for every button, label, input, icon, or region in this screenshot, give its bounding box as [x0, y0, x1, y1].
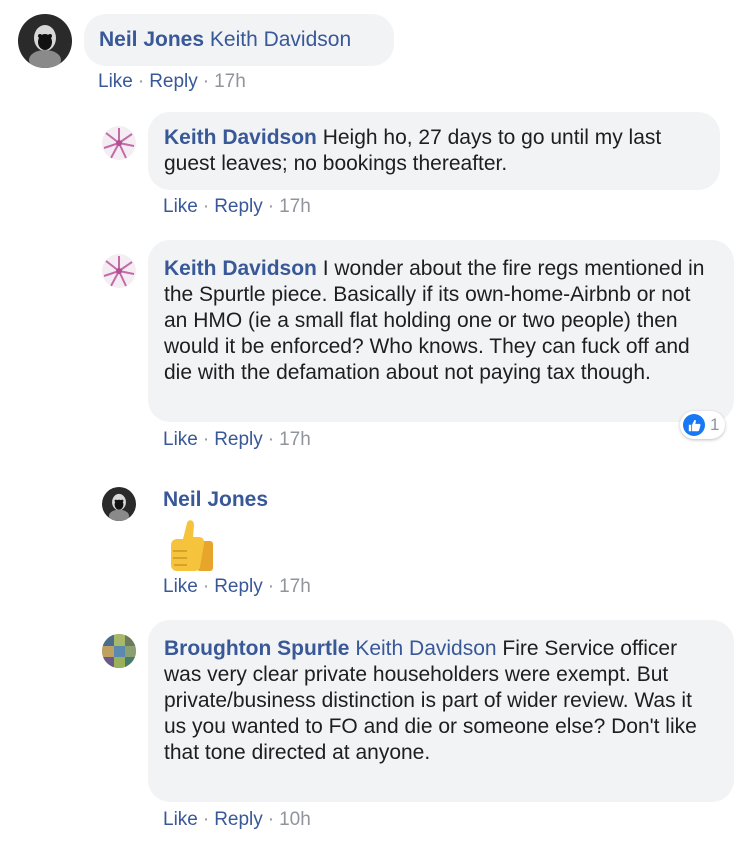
reaction-badge[interactable]: 1: [680, 411, 726, 439]
mention-tag[interactable]: Keith Davidson: [355, 637, 496, 660]
separator: ·: [202, 576, 210, 597]
comment-actions: Like · Reply · 10h: [163, 808, 311, 832]
reply-link[interactable]: Reply: [214, 429, 263, 450]
like-link[interactable]: Like: [163, 196, 198, 217]
separator: ·: [137, 71, 145, 92]
comment-bubble: Keith Davidson Heigh ho, 27 days to go u…: [148, 112, 720, 190]
like-reaction-icon: [683, 414, 705, 436]
reply-link[interactable]: Reply: [214, 576, 263, 597]
timestamp[interactable]: 17h: [279, 196, 311, 217]
comment-actions: Like · Reply · 17h: [163, 195, 311, 219]
separator: ·: [267, 809, 275, 830]
comment-actions: Like · Reply · 17h: [163, 575, 311, 599]
separator: ·: [267, 429, 275, 450]
avatar-broughton-spurtle[interactable]: [102, 634, 136, 668]
comment-author[interactable]: Keith Davidson: [164, 126, 317, 149]
separator: ·: [202, 71, 210, 92]
comment-author[interactable]: Broughton Spurtle: [164, 637, 349, 660]
like-link[interactable]: Like: [163, 429, 198, 450]
like-link[interactable]: Like: [163, 576, 198, 597]
separator: ·: [267, 576, 275, 597]
timestamp[interactable]: 17h: [214, 71, 246, 92]
reply-link[interactable]: Reply: [149, 71, 198, 92]
avatar-keith-davidson[interactable]: [102, 254, 136, 288]
separator: ·: [202, 809, 210, 830]
reply-link[interactable]: Reply: [214, 809, 263, 830]
mention-tag[interactable]: Keith Davidson: [210, 28, 351, 51]
separator: ·: [202, 196, 210, 217]
comment-actions: Like · Reply · 17h: [163, 428, 311, 452]
comment-actions: Like · Reply · 17h: [98, 70, 246, 94]
reply-link[interactable]: Reply: [214, 196, 263, 217]
avatar-neil-jones[interactable]: [18, 14, 72, 68]
comment-author[interactable]: Keith Davidson: [164, 257, 317, 280]
reaction-count: 1: [710, 415, 720, 434]
timestamp[interactable]: 17h: [279, 576, 311, 597]
like-link[interactable]: Like: [163, 809, 198, 830]
timestamp[interactable]: 10h: [279, 809, 311, 830]
timestamp[interactable]: 17h: [279, 429, 311, 450]
comment-bubble: Neil Jones Keith Davidson: [84, 14, 394, 66]
comment-author[interactable]: Neil Jones: [163, 488, 268, 511]
avatar-keith-davidson[interactable]: [102, 126, 136, 160]
comment-bubble: Keith Davidson I wonder about the fire r…: [148, 240, 734, 422]
thumbs-up-icon: [163, 517, 217, 573]
separator: ·: [267, 196, 275, 217]
comment-bubble: Broughton Spurtle Keith Davidson Fire Se…: [148, 620, 734, 802]
comment-author-wrap: Neil Jones: [163, 487, 268, 513]
comment-author[interactable]: Neil Jones: [99, 28, 204, 51]
like-link[interactable]: Like: [98, 71, 133, 92]
separator: ·: [202, 429, 210, 450]
avatar-neil-jones[interactable]: [102, 487, 136, 521]
